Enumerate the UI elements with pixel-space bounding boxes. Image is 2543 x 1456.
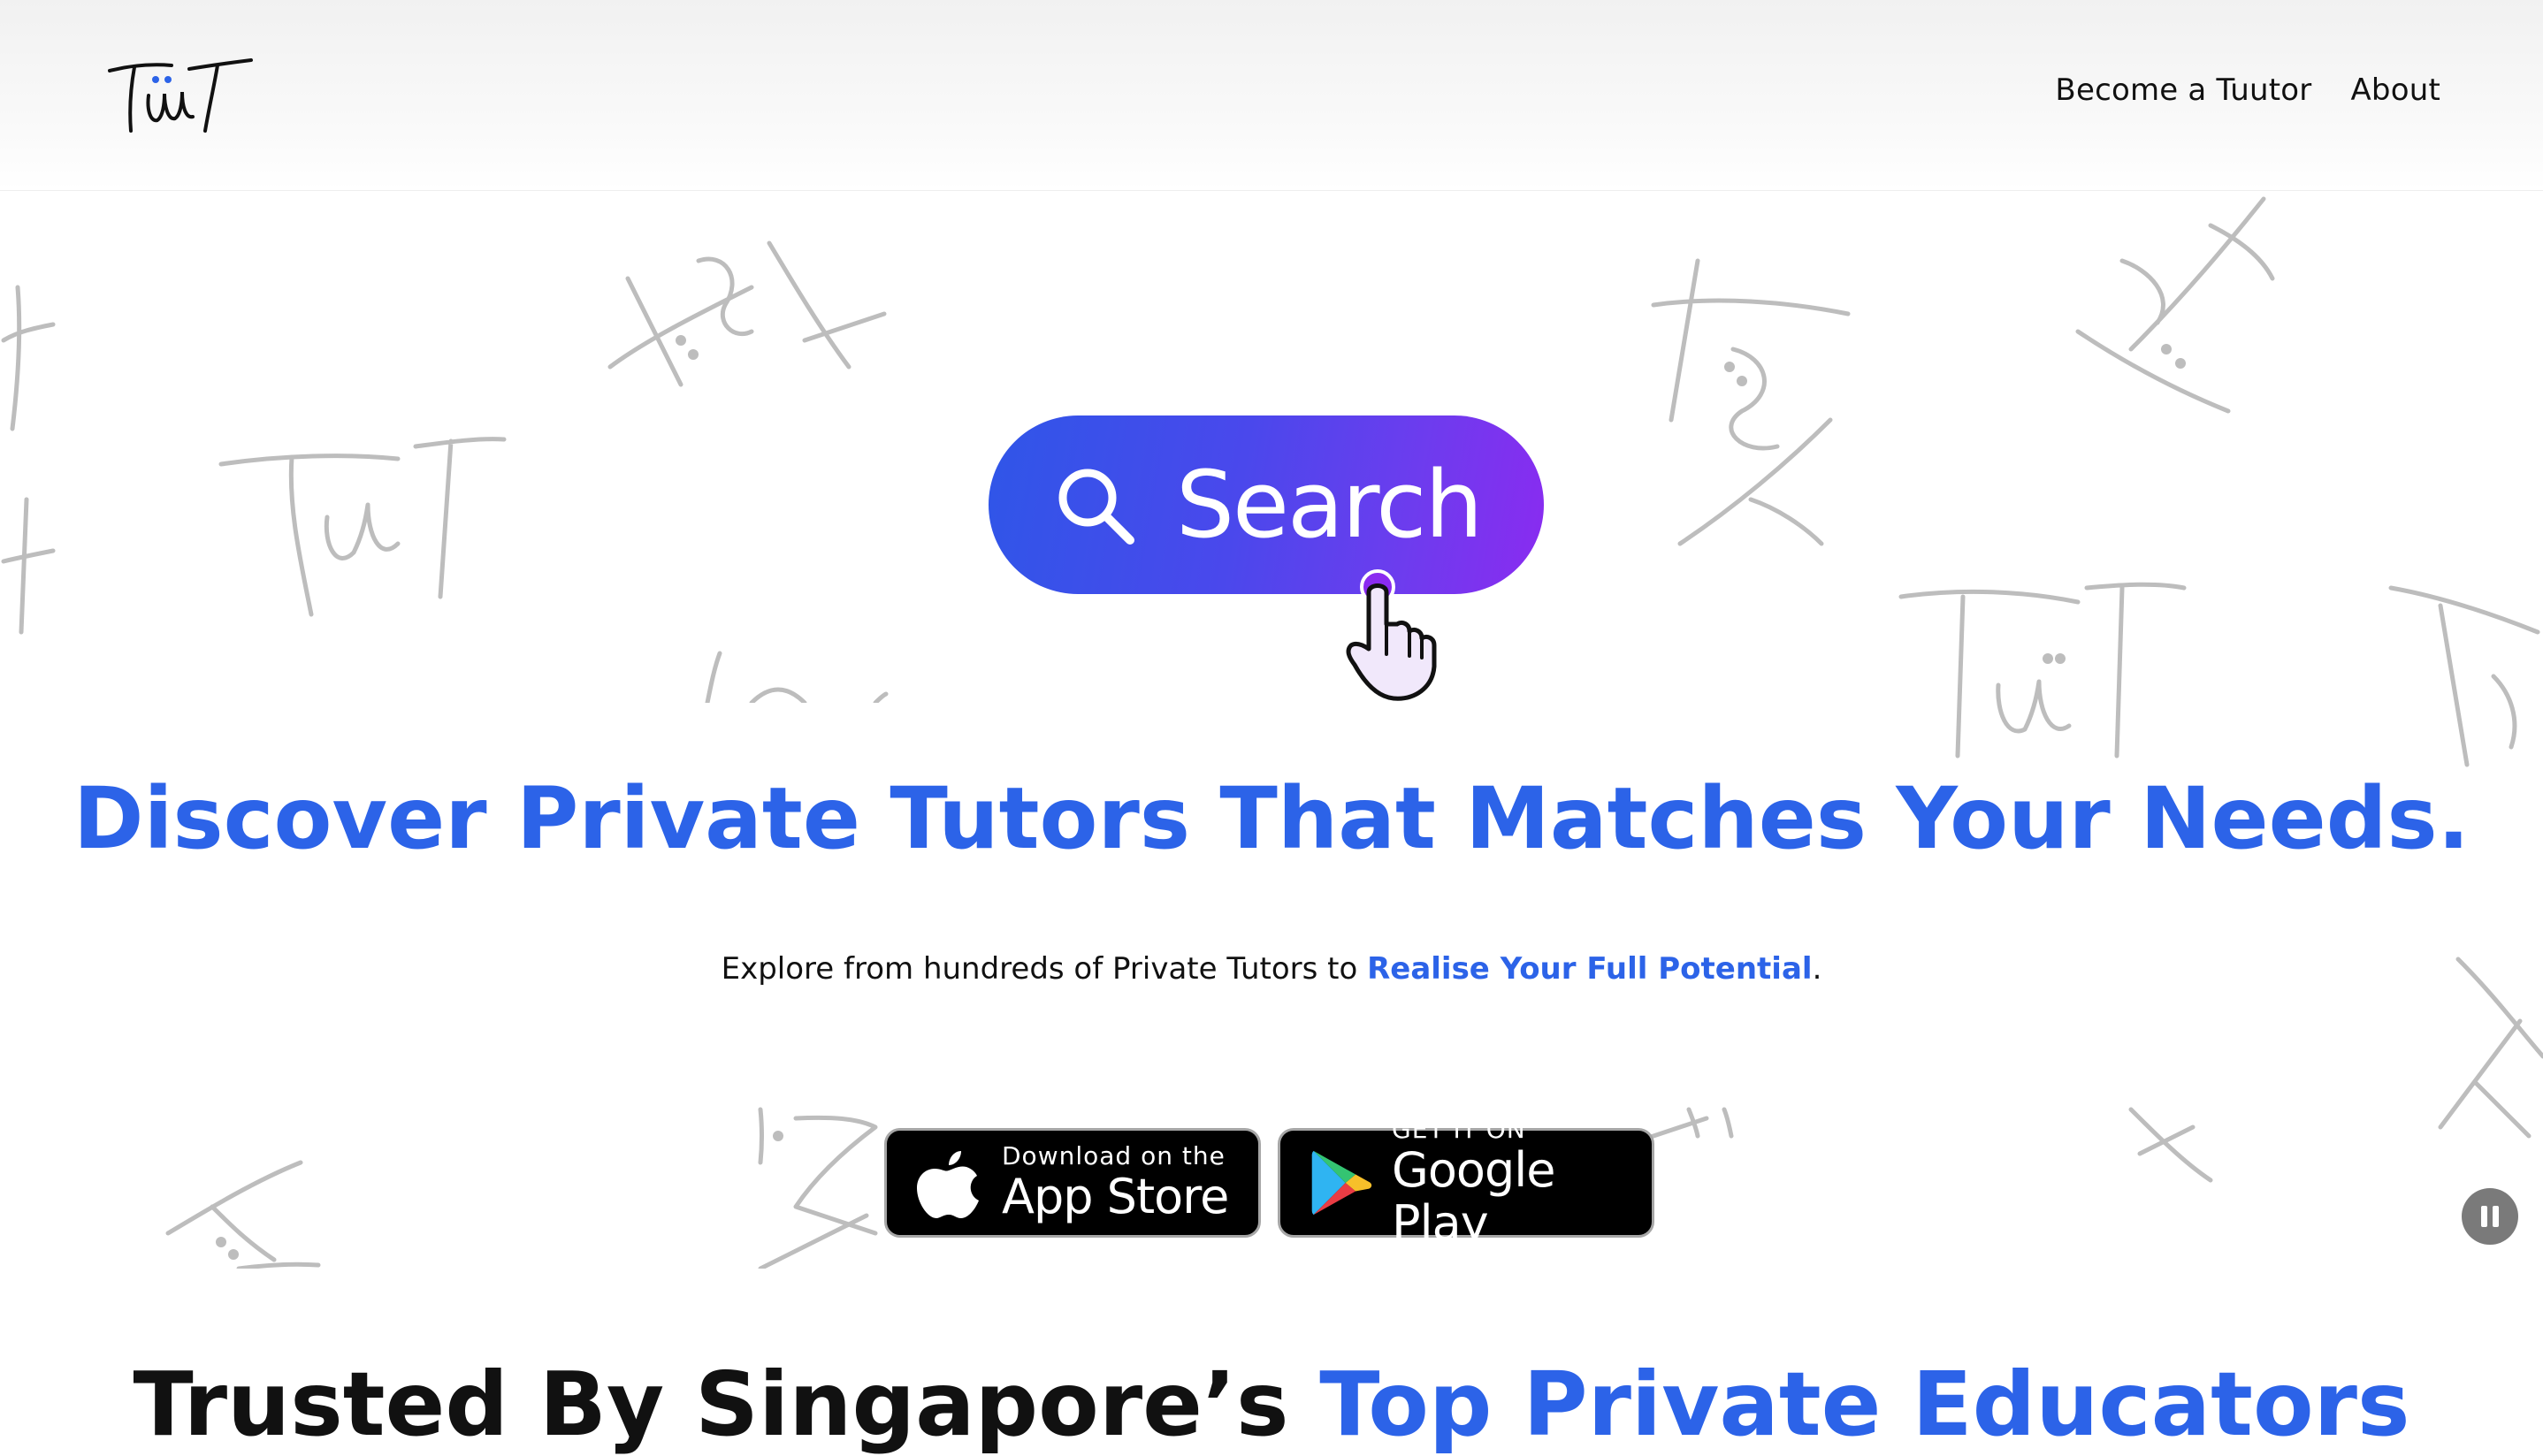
doodle-signature bbox=[2075, 196, 2275, 414]
google-play-small: GET IT ON bbox=[1392, 1115, 1526, 1144]
pause-animation-button[interactable] bbox=[2462, 1188, 2518, 1245]
trusted-heading: Trusted By Singapore’s Top Private Educa… bbox=[0, 1353, 2543, 1456]
trusted-heading-prefix: Trusted By Singapore’s bbox=[133, 1353, 1320, 1456]
doodle-signature bbox=[218, 437, 507, 617]
doodle-signature bbox=[1898, 582, 2187, 758]
app-store-small: Download on the bbox=[1002, 1141, 1226, 1170]
background-pattern bbox=[0, 190, 2543, 1269]
hero-headline: Discover Private Tutors That Matches You… bbox=[73, 769, 2470, 868]
search-label: Search bbox=[1176, 451, 1483, 559]
doodle-signature bbox=[2128, 1107, 2213, 1183]
google-play-button[interactable]: GET IT ON Google Play bbox=[1278, 1116, 1654, 1250]
app-store-big: App Store bbox=[1002, 1169, 1229, 1224]
search-icon bbox=[1058, 469, 1134, 545]
tuut-logo[interactable] bbox=[104, 51, 255, 149]
doodle-signature bbox=[1, 285, 56, 635]
nav-become-tuutor[interactable]: Become a Tuutor bbox=[2055, 72, 2311, 108]
subline-period: . bbox=[1812, 951, 1822, 987]
hero-subline: Explore from hundreds of Private Tutors … bbox=[0, 951, 2543, 987]
apple-icon bbox=[917, 1151, 979, 1218]
google-play-icon bbox=[1311, 1150, 1372, 1216]
doodle-signature bbox=[758, 1107, 878, 1269]
trusted-heading-accent: Top Private Educators bbox=[1319, 1353, 2410, 1456]
search-button[interactable]: Search bbox=[989, 415, 1544, 594]
google-play-text: GET IT ON Google Play bbox=[1392, 1116, 1652, 1250]
doodle-signature bbox=[705, 651, 889, 703]
app-store-button[interactable]: Download on the App Store bbox=[884, 1128, 1261, 1238]
site-header: Become a Tuutor About bbox=[0, 0, 2543, 191]
doodle-signature bbox=[165, 1160, 321, 1269]
doodle-signature bbox=[1651, 258, 1851, 546]
doodle-signature bbox=[2388, 585, 2540, 767]
subline-text: Explore from hundreds of Private Tutors … bbox=[721, 951, 1368, 987]
top-nav: Become a Tuutor About bbox=[2055, 72, 2440, 108]
app-store-text: Download on the App Store bbox=[1002, 1141, 1229, 1224]
nav-about[interactable]: About bbox=[2350, 72, 2440, 108]
doodle-signature bbox=[607, 240, 887, 387]
pause-icon bbox=[2481, 1206, 2499, 1227]
google-play-big: Google Play bbox=[1392, 1142, 1555, 1251]
realise-potential-link[interactable]: Realise Your Full Potential bbox=[1367, 951, 1812, 987]
hand-pointer-icon bbox=[1346, 569, 1437, 701]
